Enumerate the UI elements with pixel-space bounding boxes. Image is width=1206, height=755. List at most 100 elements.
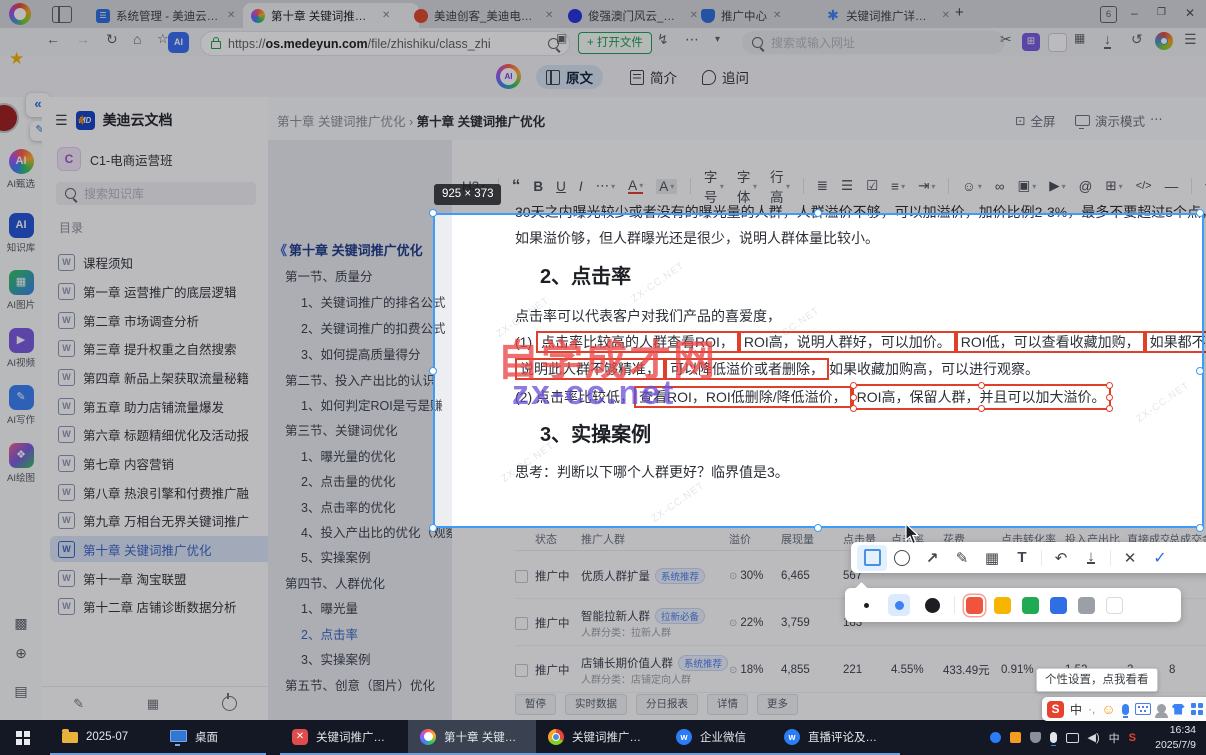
rail-item-ai-writing[interactable]: ✎ AI写作 (0, 385, 42, 426)
back-button[interactable]: ← (46, 31, 60, 47)
more-options-icon[interactable]: ⋯ (1150, 111, 1163, 126)
tray-wework-icon[interactable] (989, 732, 1001, 743)
rail-item-ai-drawing[interactable]: ❖ AI绘图 (0, 443, 42, 484)
keyboard-icon[interactable] (1134, 703, 1151, 715)
mosaic-tool-icon[interactable]: ▦ (977, 545, 1007, 571)
tab-close-icon[interactable]: ✕ (545, 10, 553, 21)
rectangle-tool-icon[interactable] (857, 544, 887, 571)
taskbar-item-chrome[interactable]: 关键词推广详情页... (536, 720, 664, 755)
stroke-thick-option[interactable] (921, 594, 943, 616)
ime-menu-grid-icon[interactable] (1190, 703, 1203, 715)
arrow-tool-icon[interactable]: ↗ (917, 545, 947, 571)
toc-title[interactable]: 《第十章 关键词推广优化 (274, 240, 423, 259)
browser-search-input[interactable]: 搜索或输入网址 (742, 31, 1005, 54)
start-button[interactable] (0, 720, 46, 755)
gamepad-icon[interactable]: ⊕ (0, 645, 42, 662)
toc-item[interactable]: 1、曝光量 (301, 598, 358, 617)
taskbar-item-xapp[interactable]: ✕ 关键词推广标准计... (280, 720, 408, 755)
split-view-icon[interactable] (52, 6, 72, 23)
browser-tab[interactable]: 俊强澳门风云_百度搜索 ✕ (560, 3, 706, 28)
sidebar-item-ch2[interactable]: W 第二章 市场调查分析 (50, 307, 274, 333)
more-format-icon[interactable]: ⋯ ▾ (596, 178, 616, 194)
sidebar-item-ch9[interactable]: W 第九章 万相台无界关键词推广 (50, 507, 274, 533)
minimize-button[interactable]: – (1131, 6, 1138, 20)
tray-ime-lang-icon[interactable]: 中 (1109, 730, 1120, 746)
address-bar[interactable]: https://os.medeyun.com/file/zhishiku/cla… (200, 31, 570, 56)
emoji-icon[interactable]: ☺ ▾ (962, 179, 982, 194)
color-gray-swatch[interactable] (1078, 596, 1095, 614)
toc-item[interactable]: 3、点击率的优化 (301, 497, 395, 516)
calendar-icon[interactable]: ▦ (147, 696, 159, 712)
tab-close-icon[interactable]: ✕ (227, 10, 235, 21)
tab-close-icon[interactable]: ✕ (773, 10, 781, 21)
breadcrumb-parent[interactable]: 第十章 关键词推广优化 (277, 115, 405, 129)
indent-icon[interactable]: ⇥ ▾ (918, 178, 935, 194)
tab-count-badge[interactable]: 6 (1100, 6, 1117, 23)
tray-shield-icon[interactable] (1029, 732, 1041, 743)
toc-item[interactable]: 5、实操案例 (301, 547, 370, 566)
font-size-dropdown[interactable]: 字号 ▾ (704, 166, 724, 206)
realtime-button[interactable]: 实时数据 (565, 694, 627, 715)
align-icon[interactable]: ≡ ▾ (891, 179, 905, 194)
row-checkbox[interactable] (515, 663, 528, 677)
selection-handle[interactable] (429, 367, 437, 375)
toc-item[interactable]: 1、关键词推广的排名公式 (301, 292, 445, 311)
row-checkbox[interactable] (515, 616, 528, 630)
home-button[interactable]: ⌂ (133, 31, 141, 47)
rail-item-ai-video[interactable]: ▶ AI视频 (0, 328, 42, 369)
sidebar-item-ch1[interactable]: W 第一章 运营推广的底层逻辑 (50, 278, 274, 304)
taskbar-clock[interactable]: 16:34 2025/7/9 (1144, 723, 1206, 752)
toc-item[interactable]: 第二节、投入产出比的认识 (285, 370, 435, 389)
menu-icon[interactable]: ☰ (1184, 31, 1197, 48)
selection-handle[interactable] (1196, 524, 1204, 532)
selection-handle[interactable] (429, 209, 437, 217)
browser-tab[interactable]: ☰ 系统管理 - 美迪云管理 ✕ (88, 3, 256, 28)
sidebar-item-ch11[interactable]: W 第十一章 淘宝联盟 (50, 565, 274, 591)
text-tool-icon[interactable]: T (1007, 545, 1037, 571)
taskbar-item-live-comments[interactable]: w 直播评论及观众 (772, 720, 900, 755)
toc-item[interactable]: 第一节、质量分 (285, 266, 373, 285)
italic-icon[interactable]: I (579, 179, 583, 194)
tab-ask[interactable]: 追问 (692, 65, 759, 89)
toolbox-icon[interactable]: ▤ (0, 683, 42, 700)
rail-item-ai-select[interactable]: AI AI甄选 (0, 149, 42, 190)
toc-item[interactable]: 1、如何判定ROI是亏是赚 (301, 395, 443, 414)
pen-tool-icon[interactable]: ✎ (947, 545, 977, 571)
color-blue-swatch[interactable] (1050, 596, 1067, 614)
image-tool-icon[interactable]: ▣ (556, 31, 567, 45)
selection-handle[interactable] (814, 209, 822, 217)
taskbar-item-doc-active[interactable]: 第十章 关键词推广... (408, 720, 536, 755)
badge-logo-icon[interactable] (0, 103, 19, 133)
tab-summary[interactable]: 简介 (620, 65, 687, 89)
puzzle-extension-icon[interactable]: ▦ (1074, 31, 1085, 45)
pause-button[interactable]: 暂停 (515, 694, 556, 715)
row-checkbox[interactable] (515, 569, 528, 583)
presentation-mode-button[interactable]: 演示模式 (1075, 111, 1145, 130)
emoji-icon[interactable]: ☺ (1101, 701, 1115, 717)
browser-tab[interactable]: 美迪创客_美迪电商_美 ✕ (406, 3, 572, 28)
bold-icon[interactable]: B (533, 179, 543, 194)
capture-selection[interactable] (433, 213, 1204, 528)
ai-assistant-icon[interactable]: AI (168, 32, 189, 53)
rail-item-ai-image[interactable]: ▦ AI图片 (0, 270, 42, 311)
attachment-icon[interactable]: @ (1079, 179, 1093, 194)
skin-shirt-icon[interactable] (1171, 703, 1185, 715)
extension-blank-icon[interactable] (1048, 33, 1067, 52)
tray-sogou-icon[interactable]: S (1129, 732, 1136, 744)
tab-original-text[interactable]: 原文 (536, 65, 603, 89)
selection-handle[interactable] (1196, 367, 1204, 375)
sidebar-item-ch7[interactable]: W 第七章 内容营销 (50, 450, 274, 476)
color-white-swatch[interactable] (1106, 596, 1123, 614)
color-green-swatch[interactable] (1022, 596, 1039, 614)
toc-item[interactable]: 2、关键词推广的扣费公式 (301, 318, 445, 337)
chevron-down-icon[interactable]: ▾ (715, 34, 720, 45)
bookmark-icon[interactable]: ☆ (157, 31, 169, 47)
download-capture-icon[interactable]: ↓ (1076, 545, 1106, 571)
rail-item-knowledge[interactable]: AI 知识库 (0, 213, 42, 254)
quick-launch-icon[interactable]: ↯ (657, 31, 669, 48)
link-icon[interactable]: ∞ (995, 179, 1005, 194)
more-tools-icon[interactable]: ⋯ (685, 31, 699, 48)
history-undo-icon[interactable]: ↺ (1131, 31, 1143, 48)
confirm-capture-icon[interactable]: ✓ (1145, 545, 1175, 571)
stroke-medium-option[interactable] (888, 594, 910, 616)
